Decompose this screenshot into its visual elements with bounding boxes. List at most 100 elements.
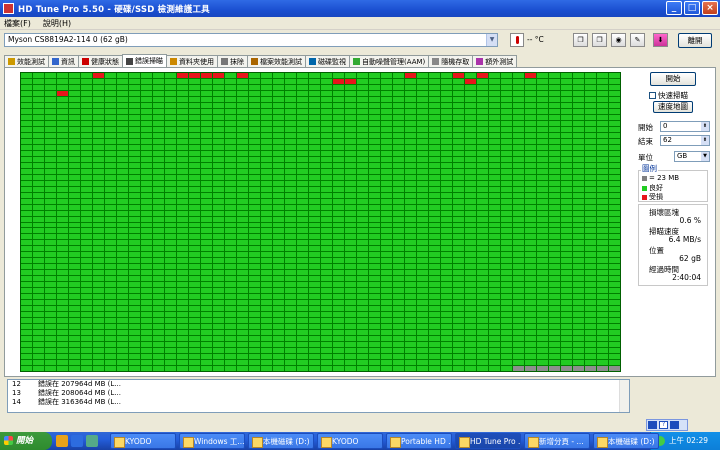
scan-block-good — [465, 144, 476, 150]
language-bar[interactable]: ? — [646, 419, 688, 431]
scan-block-good — [273, 216, 284, 222]
keyboard-icon[interactable] — [648, 421, 657, 429]
show-desktop-icon[interactable] — [86, 435, 98, 447]
scan-block-good — [141, 252, 152, 258]
tab-6[interactable]: 檔案效能測試 — [247, 55, 306, 67]
scan-block-good — [297, 144, 308, 150]
drive-select[interactable]: Myson CS8819A2-114 0 (62 gB) ▼ — [4, 33, 498, 47]
scan-block-good — [585, 144, 596, 150]
spinner-arrows-icon[interactable]: ⬍ — [701, 122, 709, 131]
tab-9[interactable]: 隨機存取 — [428, 55, 474, 67]
scan-block-good — [525, 240, 536, 246]
exit-button[interactable]: 離開 — [678, 33, 712, 48]
options-button[interactable]: ✎ — [630, 33, 645, 47]
scan-block-good — [189, 252, 200, 258]
scan-block-good — [201, 186, 212, 192]
tab-7[interactable]: 磁碟監視 — [305, 55, 350, 67]
taskbar-task[interactable]: HD Tune Pro ... — [455, 433, 521, 449]
tab-3[interactable]: 錯誤掃瞄 — [122, 54, 167, 67]
spinner-arrows-icon[interactable]: ⬍ — [701, 136, 709, 145]
scan-block-good — [501, 258, 512, 264]
scan-block-good — [609, 252, 620, 258]
taskbar-task[interactable]: 新增分頁 - ... — [524, 433, 590, 449]
scan-block-good — [381, 144, 392, 150]
scan-block-good — [201, 300, 212, 306]
copy-info-button[interactable]: ❐ — [573, 33, 588, 47]
quick-scan-checkbox[interactable]: 快速掃瞄 — [649, 90, 688, 101]
menu-help[interactable]: 說明(H) — [43, 18, 71, 29]
taskbar-task[interactable]: Windows 工... — [179, 433, 245, 449]
position-label: 位置 — [649, 246, 664, 255]
list-item[interactable]: 14 錯誤在 316364d MB (L... — [8, 398, 629, 407]
scan-block-good — [237, 198, 248, 204]
help-icon[interactable]: ? — [659, 421, 668, 429]
tab-2[interactable]: 健康狀態 — [78, 55, 123, 67]
firefox-icon[interactable] — [56, 435, 68, 447]
scan-block-good — [117, 120, 128, 126]
scan-block-good — [357, 156, 368, 162]
tab-10[interactable]: 額外測試 — [472, 55, 518, 67]
scan-block-good — [405, 282, 416, 288]
scan-block-good — [129, 330, 140, 336]
minimize-button[interactable]: _ — [666, 1, 682, 15]
checkbox-box[interactable] — [649, 92, 656, 99]
scan-block-good — [309, 300, 320, 306]
scan-block-good — [237, 354, 248, 360]
scan-block-good — [117, 294, 128, 300]
taskbar-task[interactable]: 本機磁碟 (D:) — [248, 433, 314, 449]
tab-5[interactable]: 抹除 — [217, 55, 248, 67]
scan-block-good — [213, 102, 224, 108]
close-button[interactable]: × — [702, 1, 718, 15]
tab-label: 磁碟監視 — [318, 57, 346, 66]
unit-select[interactable]: GB ▼ — [674, 151, 710, 162]
list-item[interactable]: 13 錯誤在 208064d MB (L... — [8, 389, 629, 398]
taskbar-task[interactable]: Portable HD ... — [386, 433, 452, 449]
scan-block-good — [45, 288, 56, 294]
minimize-icon[interactable] — [670, 421, 679, 429]
speed-map-button[interactable]: 速度地圖 — [653, 101, 693, 113]
ie-icon[interactable] — [71, 435, 83, 447]
scan-block-good — [501, 228, 512, 234]
scan-block-good — [69, 270, 80, 276]
scan-block-good — [405, 270, 416, 276]
scan-block-good — [249, 96, 260, 102]
taskbar-task[interactable]: 本機磁碟 (D:) — [593, 433, 659, 449]
scan-block-good — [453, 294, 464, 300]
scan-block-good — [573, 228, 584, 234]
start-field[interactable]: 0 ⬍ — [660, 121, 710, 132]
tab-0[interactable]: 效能測試 — [4, 55, 49, 67]
chevron-down-icon[interactable]: ▼ — [486, 34, 497, 46]
chevron-down-icon[interactable]: ▼ — [701, 152, 709, 161]
list-item[interactable]: 12 錯誤在 207964d MB (L... — [8, 380, 629, 389]
tab-1[interactable]: 資訊 — [48, 55, 79, 67]
scan-block-good — [165, 228, 176, 234]
taskbar-task[interactable]: KYODO — [110, 433, 176, 449]
save-button[interactable]: ⬇ — [653, 33, 668, 47]
maximize-button[interactable]: □ — [684, 1, 700, 15]
tab-4[interactable]: 資料夾使用 — [166, 55, 218, 67]
scan-block-good — [273, 366, 284, 371]
scan-block-good — [261, 240, 272, 246]
log-scrollbar[interactable] — [619, 380, 629, 412]
taskbar-task[interactable]: KYODO — [317, 433, 383, 449]
scan-block-good — [561, 144, 572, 150]
scan-block-good — [393, 264, 404, 270]
start-button[interactable]: 開始 — [0, 432, 52, 450]
copy-all-button[interactable]: ❐ — [592, 33, 607, 47]
scan-block-good — [441, 96, 452, 102]
tab-8[interactable]: 自動噪聲管理(AAM) — [349, 55, 430, 67]
screenshot-button[interactable]: ◉ — [611, 33, 626, 47]
scan-block-good — [33, 162, 44, 168]
scan-block-good — [429, 330, 440, 336]
scan-block-good — [249, 336, 260, 342]
scan-block-good — [573, 144, 584, 150]
start-scan-button[interactable]: 開始 — [650, 72, 696, 86]
menu-file[interactable]: 檔案(F) — [4, 18, 31, 29]
end-field[interactable]: 62 ⬍ — [660, 135, 710, 146]
scan-block-good — [477, 360, 488, 366]
scan-block-good — [237, 138, 248, 144]
scan-block-good — [237, 234, 248, 240]
scan-block-good — [333, 264, 344, 270]
error-log-list[interactable]: 12 錯誤在 207964d MB (L... 13 錯誤在 208064d MB … — [7, 379, 630, 413]
scan-block-good — [585, 312, 596, 318]
